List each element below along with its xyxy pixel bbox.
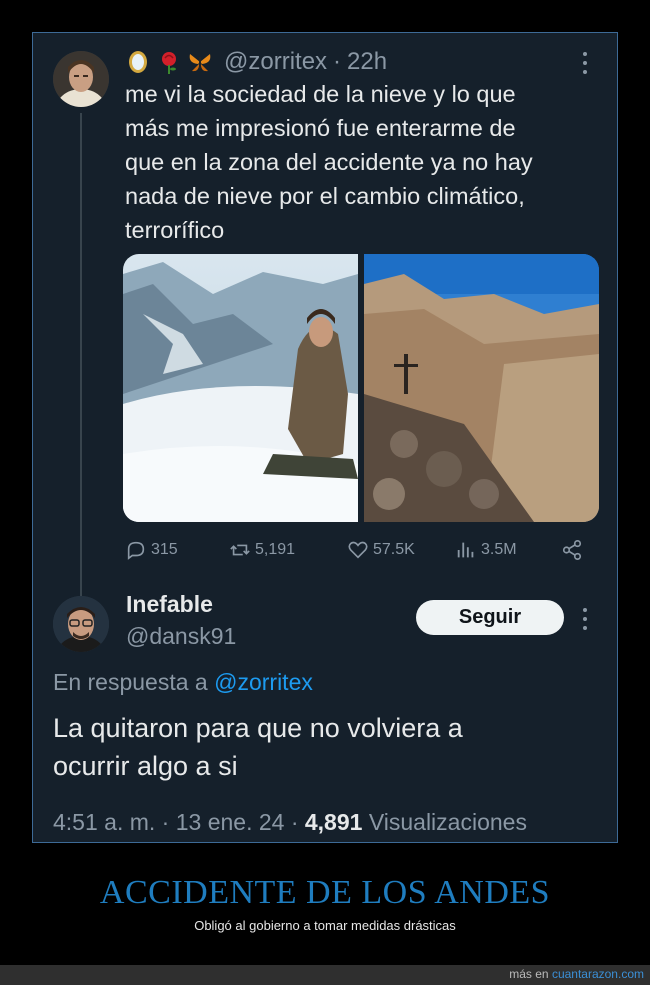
- caption-subtitle: Obligó al gobierno a tomar medidas drást…: [194, 918, 456, 933]
- in-reply-mention-link[interactable]: @zorritex: [214, 669, 313, 695]
- reply-text: La quitaron para que no volviera a ocurr…: [53, 713, 463, 781]
- reply-count: 315: [151, 541, 178, 558]
- views-count: 3.5M: [481, 541, 517, 558]
- tweet-actions: 315 5,191 57.5K 3.5M: [125, 538, 587, 562]
- reply-author-handle[interactable]: @dansk91: [126, 623, 236, 650]
- views-button[interactable]: 3.5M: [455, 538, 517, 562]
- reply-views-label: Visualizaciones: [368, 809, 527, 835]
- in-reply-prefix: En respuesta a: [53, 669, 208, 695]
- author-handle[interactable]: @zorritex: [224, 48, 327, 76]
- tweet-timestamp[interactable]: 22h: [347, 48, 387, 76]
- retweet-count: 5,191: [255, 541, 296, 558]
- share-button[interactable]: [561, 538, 583, 562]
- footer-text: más en cuantarazon.com: [509, 967, 644, 981]
- follow-button[interactable]: Seguir: [416, 600, 564, 635]
- reply-views-count: 4,891: [304, 809, 363, 835]
- bare-mountain-photo[interactable]: [364, 254, 599, 522]
- share-icon: [562, 540, 582, 560]
- retweet-button[interactable]: 5,191: [229, 538, 295, 562]
- tweet-header: @zorritex · 22h: [125, 47, 387, 77]
- snowy-mountain-photo[interactable]: [123, 254, 358, 522]
- retweet-icon: [230, 544, 250, 556]
- footer-bar: más en cuantarazon.com: [0, 965, 650, 985]
- mirror-icon: [125, 49, 151, 75]
- reply-author-name[interactable]: Inefable: [126, 591, 213, 618]
- avatar-dansk91[interactable]: [53, 596, 109, 652]
- reply-button[interactable]: 315: [125, 538, 178, 562]
- tweet-media[interactable]: [123, 254, 599, 522]
- rose-icon: [156, 49, 182, 75]
- heart-icon: [348, 541, 368, 559]
- avatar-zorritex[interactable]: [53, 51, 109, 107]
- thread-line: [80, 113, 82, 621]
- separator-dot: ·: [333, 48, 342, 75]
- tweet-text: me vi la sociedad de la nieve y lo que m…: [125, 81, 533, 243]
- like-count: 57.5K: [373, 541, 415, 558]
- tweet-screenshot-frame: @zorritex · 22h me vi la sociedad de la …: [32, 32, 618, 843]
- butterfly-icon: [187, 49, 213, 75]
- reply-metadata: 4:51 a. m. · 13 ene. 24 · 4,891 Visualiz…: [53, 809, 527, 836]
- footer-prefix: más en: [509, 967, 549, 981]
- like-button[interactable]: 57.5K: [347, 538, 415, 562]
- in-reply-to: En respuesta a @zorritex: [53, 669, 313, 696]
- views-chart-icon: [457, 542, 474, 558]
- more-options-icon[interactable]: [582, 52, 588, 74]
- reply-timestamp[interactable]: 4:51 a. m. · 13 ene. 24 ·: [53, 809, 305, 835]
- caption-title: ACCIDENTE DE LOS ANDES: [99, 874, 551, 911]
- footer-site-link[interactable]: cuantarazon.com: [552, 967, 644, 981]
- more-options-icon[interactable]: [582, 608, 588, 630]
- reply-icon: [127, 541, 145, 560]
